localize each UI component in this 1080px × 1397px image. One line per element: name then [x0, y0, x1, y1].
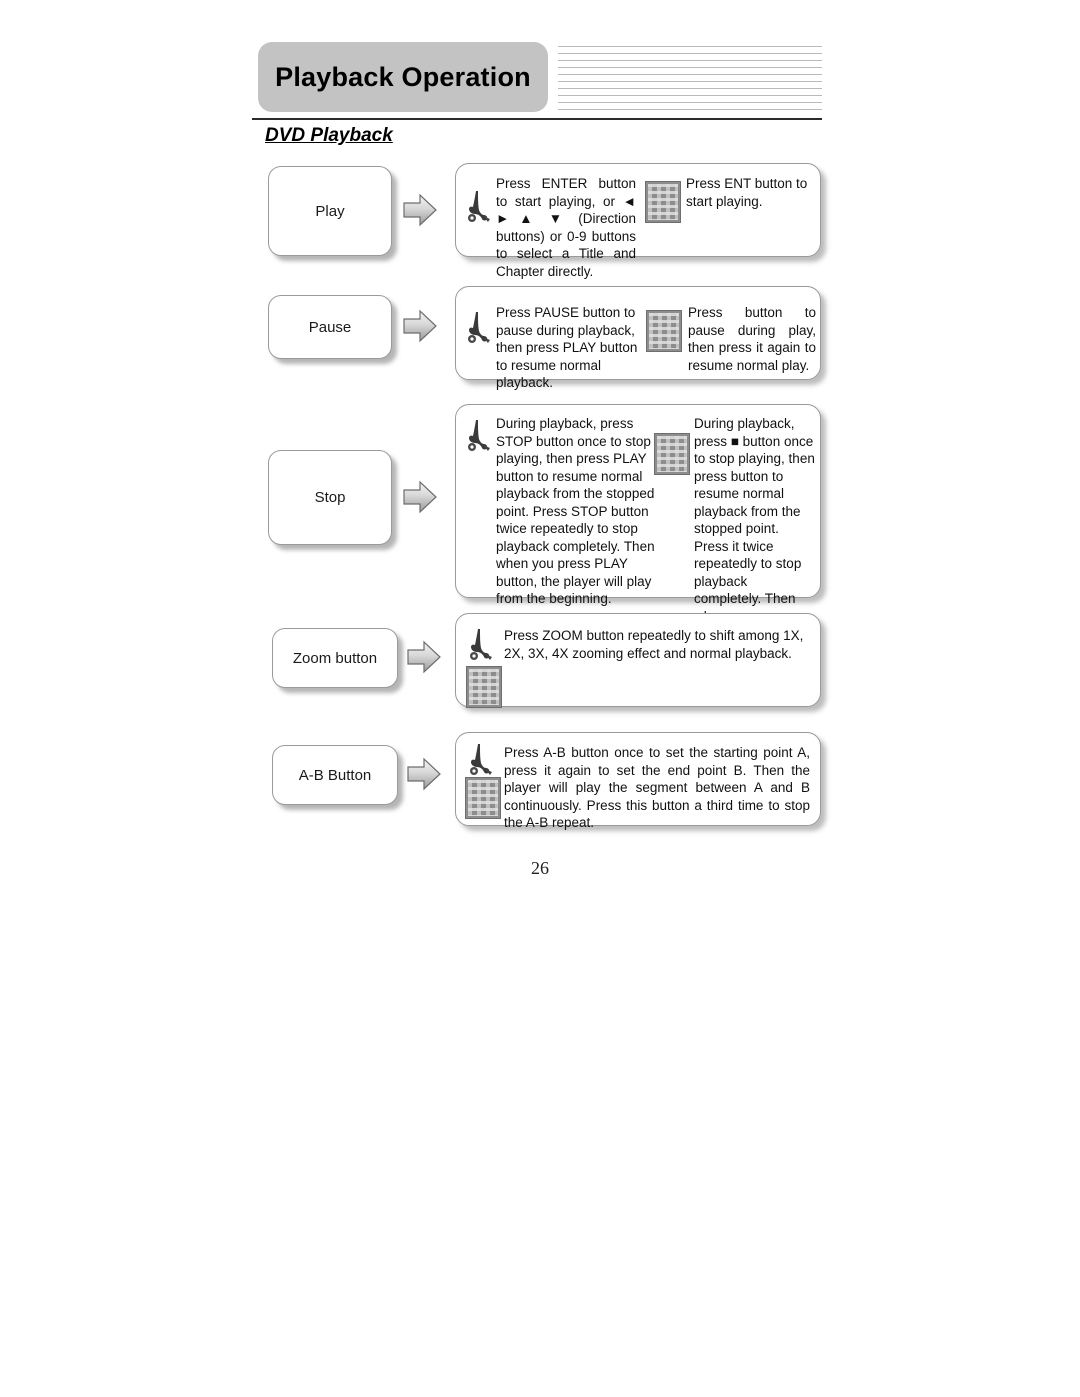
label-box-stop[interactable]: Stop: [268, 450, 392, 545]
row-pause-dvd-text: Press PAUSE button to pause during playb…: [496, 305, 638, 390]
label-text: Pause: [308, 318, 352, 336]
header-divider-rule: [252, 118, 822, 120]
remote-control-thumbnail: [465, 777, 501, 819]
hand-pointing-icon: [466, 626, 496, 664]
label-box-ab-button[interactable]: A-B Button: [272, 745, 398, 805]
right-block-arrow-icon: [404, 637, 444, 677]
right-block-arrow-icon: [400, 190, 440, 230]
label-text: Play: [315, 202, 345, 220]
row-pause-remote-text: Press button to pause during play, then …: [688, 305, 816, 373]
right-block-arrow-icon: [400, 306, 440, 346]
hand-pointing-icon: [464, 188, 494, 226]
label-text: Stop: [314, 489, 346, 506]
label-text: A-B Button: [298, 766, 372, 784]
label-text: Zoom button: [292, 649, 378, 667]
header-stripe-pattern: [558, 46, 822, 110]
label-box-play[interactable]: Play: [268, 166, 392, 256]
label-box-zoom-button[interactable]: Zoom button: [272, 628, 398, 688]
page-title: Playback Operation: [275, 61, 531, 92]
row-ab-text: Press A-B button once to set the startin…: [504, 745, 810, 830]
content-box-stop: During playback, press STOP button once …: [455, 404, 821, 676]
hand-pointing-icon: [464, 309, 494, 347]
hand-pointing-icon: [464, 417, 494, 455]
row-zoom-text: Press ZOOM button repeatedly to shift am…: [504, 628, 804, 661]
right-block-arrow-icon: [404, 754, 444, 794]
page-number: 26: [531, 858, 549, 878]
remote-control-thumbnail: [646, 310, 682, 352]
row-play-dvd-text: Press ENTER button to start playing, or …: [496, 176, 636, 279]
page-header: Playback Operation: [258, 42, 822, 114]
row-stop-dvd-text: During playback, press STOP button once …: [496, 416, 655, 606]
remote-control-thumbnail: [654, 433, 690, 475]
hand-pointing-icon: [466, 741, 496, 779]
right-block-arrow-icon: [400, 477, 440, 517]
section-heading: DVD Playback: [265, 125, 393, 146]
label-box-pause[interactable]: Pause: [268, 295, 392, 359]
remote-control-thumbnail: [466, 666, 502, 708]
row-play-remote-text: Press ENT button to start playing.: [686, 176, 808, 209]
remote-control-thumbnail: [645, 181, 681, 223]
content-box-zoom: Press ZOOM button repeatedly to shift am…: [455, 613, 821, 708]
content-box-play: Press ENTER button to start playing, or …: [455, 163, 821, 279]
content-box-pause: Press PAUSE button to pause during playb…: [455, 286, 821, 390]
page-title-box: Playback Operation: [258, 42, 548, 112]
content-box-ab: Press A-B button once to set the startin…: [455, 732, 821, 830]
manual-page: Playback Operation DVD Playback Play Pre…: [0, 0, 1080, 1397]
